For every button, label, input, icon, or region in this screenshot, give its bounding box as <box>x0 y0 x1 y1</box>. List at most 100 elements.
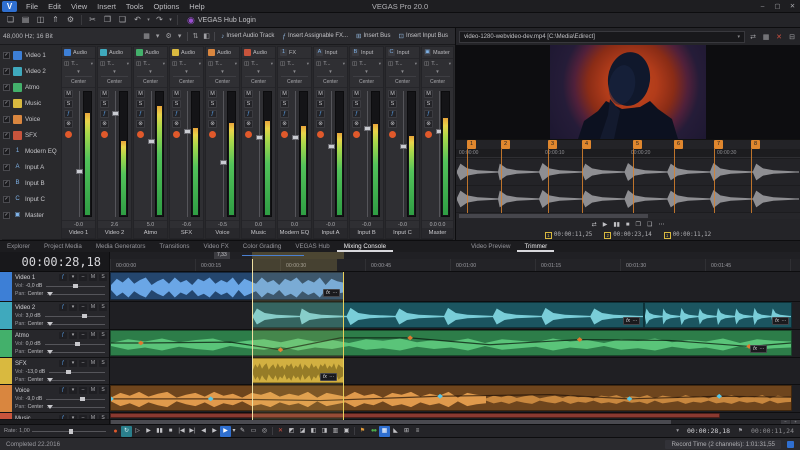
track-solo-button[interactable]: S <box>99 332 107 339</box>
timeline-track-header[interactable]: Music ƒ ▾ – M S Vol: Pan: <box>0 413 109 420</box>
strip-expand-button[interactable]: ▼ <box>134 69 167 76</box>
pan-control[interactable]: Center <box>209 76 236 87</box>
phase-invert-button[interactable]: ⊗ <box>424 120 433 128</box>
track-fx-icon[interactable]: ƒ <box>59 387 67 394</box>
mixer-views-icon[interactable]: ▦ <box>141 32 152 40</box>
solo-button[interactable]: S <box>244 100 253 108</box>
loop-playback-button[interactable]: ↻ <box>121 426 132 437</box>
track-minimize-icon[interactable]: – <box>79 387 87 394</box>
mixer-channel-strip[interactable]: Audio ◫ T... ▾ ▼ Center M S ƒ ⊗ <box>241 46 276 239</box>
channel-fx-button[interactable]: ƒ <box>64 110 73 118</box>
strip-device-selector[interactable]: ◫ T... ▾ <box>98 58 131 69</box>
trimmer-stop-button[interactable]: ■ <box>626 222 630 228</box>
mixer-channel-strip[interactable]: Audio ◫ T... ▾ ▼ Center M S ƒ ⊗ <box>97 46 132 239</box>
mixer-channel-strip[interactable]: Audio ◫ T... ▾ ▼ Center M S ƒ ⊗ <box>169 46 204 239</box>
phase-invert-button[interactable]: ⊗ <box>388 120 397 128</box>
record-arm-button[interactable] <box>245 131 252 138</box>
mixer-channel-list-item[interactable]: ✓ Video 1 <box>0 47 60 63</box>
window-control-button[interactable]: ✕ <box>785 0 800 13</box>
volume-fader[interactable] <box>112 91 119 217</box>
track-mute-button[interactable]: M <box>89 387 97 394</box>
split-event-icon[interactable]: ▥ <box>330 426 341 437</box>
mixer-channel-list-item[interactable]: ✓ 1 Modern EQ <box>0 143 60 159</box>
mute-button[interactable]: M <box>352 90 361 98</box>
mixer-channel-strip[interactable]: A Input ◫ T... ▾ ▼ Center M S ƒ ⊗ <box>313 46 348 239</box>
track-pan-slider[interactable] <box>47 324 105 325</box>
mixer-properties-icon[interactable]: ⚙ <box>163 32 174 40</box>
mixer-channel-list-item[interactable]: ✓ C Input C <box>0 191 60 207</box>
vegas-logo[interactable]: V <box>2 1 17 12</box>
mute-button[interactable]: M <box>136 90 145 98</box>
go-to-end-button[interactable]: ▶| <box>187 426 198 437</box>
track-row-video-2[interactable]: fx⋯ fx⋯ <box>110 302 800 330</box>
record-arm-button[interactable] <box>425 131 432 138</box>
track-volume-slider[interactable] <box>46 399 105 400</box>
trimmer-marker-tag[interactable]: 4 <box>582 140 591 149</box>
save-project-icon[interactable]: ◫ <box>33 14 48 26</box>
track-minimize-icon[interactable]: – <box>79 415 87 420</box>
strip-device-selector[interactable]: ◫ T... ▾ <box>314 58 347 69</box>
mixer-channel-list-item[interactable]: ✓ SFX <box>0 127 60 143</box>
mixer-views-dropdown-icon[interactable]: ▾ <box>152 32 163 40</box>
solo-button[interactable]: S <box>352 100 361 108</box>
strip-expand-button[interactable]: ▼ <box>242 69 275 76</box>
phase-invert-button[interactable]: ⊗ <box>316 120 325 128</box>
track-mute-button[interactable]: M <box>89 360 97 367</box>
redo-icon[interactable]: ↷ <box>152 14 167 26</box>
selection-length-timecode[interactable]: 00:00:11,24 <box>751 427 794 435</box>
dim-output-icon[interactable]: ◧ <box>201 32 212 40</box>
mixer-properties-dropdown-icon[interactable]: ▾ <box>174 32 185 40</box>
undo-icon[interactable]: ↶ <box>130 14 145 26</box>
solo-button[interactable]: S <box>136 100 145 108</box>
publish-icon[interactable]: ⇑ <box>48 14 63 26</box>
dock-tab[interactable]: Mixing Console <box>337 241 393 252</box>
mixer-channel-list-item[interactable]: ✓ A Input A <box>0 159 60 175</box>
timeline-track-header[interactable]: SFX ƒ ▾ – M S Vol: -13,0 dB Pan: Ce <box>0 358 109 385</box>
dock-tab[interactable]: Transitions <box>152 241 196 252</box>
audio-event-video-2b[interactable]: fx⋯ <box>644 302 792 328</box>
channel-visible-checkbox[interactable]: ✓ <box>3 148 10 155</box>
channel-visible-checkbox[interactable]: ✓ <box>3 132 10 139</box>
track-fx-icon[interactable]: ƒ <box>59 304 67 311</box>
trimmer-play-button[interactable]: ▶ <box>603 221 608 228</box>
track-automation-icon[interactable]: ▾ <box>69 332 77 339</box>
trimmer-marker-bar[interactable]: 12345678 <box>456 139 800 149</box>
strip-device-selector[interactable]: ◫ T... ▾ <box>170 58 203 69</box>
mute-button[interactable]: M <box>208 90 217 98</box>
mute-button[interactable]: M <box>280 90 289 98</box>
timeline-timecode-display[interactable]: 00:00:28,18 <box>0 252 109 272</box>
insert-marker-button[interactable]: ⚑ <box>357 426 368 437</box>
solo-button[interactable]: S <box>100 100 109 108</box>
fade-in-icon[interactable]: ◧ <box>308 426 319 437</box>
audio-event-music[interactable] <box>110 413 720 418</box>
solo-button[interactable]: S <box>208 100 217 108</box>
strip-device-selector[interactable]: ◫ T... ▾ <box>206 58 239 69</box>
pan-control[interactable]: Center <box>281 76 308 87</box>
trimmer-marker-tag[interactable]: 1 <box>467 140 476 149</box>
channel-fx-button[interactable]: ƒ <box>172 110 181 118</box>
play-button[interactable]: ▶ <box>143 426 154 437</box>
event-fx-badge[interactable]: fx⋯ <box>750 345 767 353</box>
pan-control[interactable]: Center <box>137 76 164 87</box>
channel-visible-checkbox[interactable]: ✓ <box>3 84 10 91</box>
timeline-tracks[interactable]: fx⋯ fx⋯ fx⋯ <box>110 272 800 420</box>
track-row-music[interactable] <box>110 413 800 420</box>
event-fx-badge[interactable]: fx⋯ <box>772 317 789 325</box>
mute-button[interactable]: M <box>388 90 397 98</box>
record-arm-button[interactable] <box>353 131 360 138</box>
phase-invert-button[interactable]: ⊗ <box>64 120 73 128</box>
audio-event-video-1[interactable]: fx⋯ <box>110 272 344 300</box>
volume-fader[interactable] <box>364 91 371 217</box>
event-fx-badge[interactable]: fx⋯ <box>623 317 640 325</box>
open-project-icon[interactable]: ▤ <box>18 14 33 26</box>
track-mute-button[interactable]: M <box>89 415 97 420</box>
add-media-up-to-cursor-icon[interactable]: ❑ <box>647 221 652 228</box>
phase-invert-button[interactable]: ⊗ <box>352 120 361 128</box>
resize-grip[interactable] <box>787 441 794 448</box>
trimmer-marker-tag[interactable]: 6 <box>674 140 683 149</box>
phase-invert-button[interactable]: ⊗ <box>100 120 109 128</box>
dock-tab[interactable]: Media Generators <box>89 241 153 252</box>
strip-expand-button[interactable]: ▼ <box>206 69 239 76</box>
track-volume-slider[interactable] <box>45 316 105 317</box>
menu-item[interactable]: Options <box>148 0 184 13</box>
